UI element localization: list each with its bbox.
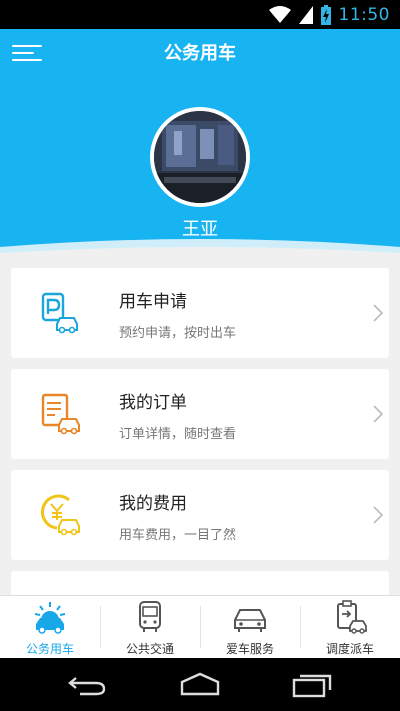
profile-header: 公务用车 王亚 [0, 29, 400, 257]
status-time: 11:50 [338, 5, 390, 25]
status-icons: 11:50 [268, 4, 391, 26]
tab-official-car[interactable]: 公务用车 [0, 596, 100, 658]
chevron-right-icon [373, 506, 383, 524]
tab-label: 调度派车 [325, 642, 374, 656]
chevron-right-icon [373, 304, 383, 322]
card-car-application[interactable]: 用车申请 预约申请，按时出车 [11, 268, 389, 358]
order-list-car-icon [41, 393, 80, 435]
bus-icon [139, 601, 161, 632]
card-my-expenses[interactable]: 我的费用 用车费用，一目了然 [11, 470, 389, 560]
header-wave [0, 239, 400, 257]
card-partial[interactable] [11, 571, 389, 595]
tab-label: 公务用车 [25, 642, 74, 656]
avatar[interactable] [150, 107, 250, 207]
bottom-nav: 公务用车 公共交通 爱车服务 调度派车 [0, 595, 400, 658]
system-nav-bar [0, 658, 400, 711]
tab-dispatch[interactable]: 调度派车 [300, 596, 400, 658]
cell-signal-icon [298, 6, 313, 24]
chevron-right-icon [373, 405, 383, 423]
wifi-icon [268, 6, 291, 23]
page-title: 公务用车 [164, 43, 236, 64]
home-icon[interactable] [178, 670, 222, 698]
card-title: 我的订单 [119, 393, 187, 413]
tab-label: 公共交通 [125, 642, 174, 656]
back-icon[interactable] [66, 670, 110, 698]
tab-public-transit[interactable]: 公共交通 [100, 596, 200, 658]
tab-label: 爱车服务 [225, 642, 274, 656]
card-my-orders[interactable]: 我的订单 订单详情，随时查看 [11, 369, 389, 459]
dispatch-clipboard-car-icon [337, 600, 367, 634]
card-subtitle: 订单详情，随时查看 [119, 427, 237, 442]
card-title: 我的费用 [119, 494, 187, 514]
parking-car-icon [41, 292, 78, 334]
card-subtitle: 用车费用，一目了然 [119, 528, 237, 543]
card-subtitle: 预约申请，按时出车 [119, 326, 237, 341]
card-title: 用车申请 [119, 292, 187, 312]
battery-charging-icon [320, 5, 331, 25]
yen-coin-car-icon [41, 494, 80, 536]
service-card-list: 用车申请 预约申请，按时出车 我的订单 订单详情，随时查看 我的费用 用车费用，… [0, 257, 400, 595]
sun-car-icon [34, 602, 66, 634]
car-service-icon [234, 609, 266, 632]
recent-apps-icon[interactable] [290, 670, 334, 698]
avatar-photo [154, 111, 246, 203]
tab-car-service[interactable]: 爱车服务 [200, 596, 300, 658]
status-bar: 11:50 [0, 0, 400, 29]
